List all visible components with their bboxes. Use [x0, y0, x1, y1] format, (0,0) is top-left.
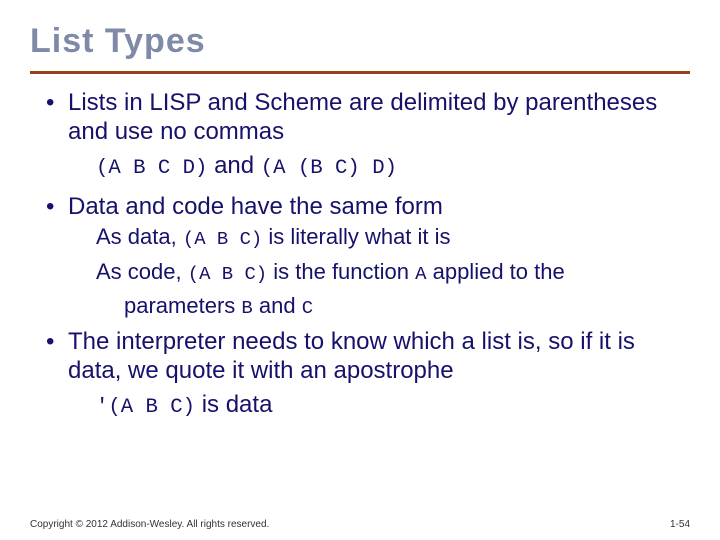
text: As data,	[96, 224, 183, 249]
code-literal: '(A B C)	[96, 396, 195, 419]
bullet-3-text: The interpreter needs to know which a li…	[68, 328, 635, 384]
bullet-2-text: Data and code have the same form	[68, 193, 443, 220]
bullet-1-text: Lists in LISP and Scheme are delimited b…	[68, 89, 657, 145]
bullet-3-example: '(A B C) is data	[96, 390, 684, 421]
page-number: 1-54	[670, 519, 690, 530]
text: is the function	[267, 259, 415, 284]
text: is literally what it is	[262, 224, 450, 249]
text: applied to the	[426, 259, 564, 284]
bullet-2: Data and code have the same form As data…	[44, 192, 684, 321]
text: As code,	[96, 259, 188, 284]
bullet-2-sub1: As data, (A B C) is literally what it is	[96, 223, 684, 252]
copyright-text: Copyright © 2012 Addison-Wesley. All rig…	[30, 519, 269, 530]
text: and	[253, 293, 302, 318]
bullet-2-sub3: parameters B and C	[124, 292, 684, 321]
bullet-1: Lists in LISP and Scheme are delimited b…	[44, 88, 684, 182]
code-literal: A	[415, 263, 426, 285]
bullet-3: The interpreter needs to know which a li…	[44, 327, 684, 421]
slide-content: Lists in LISP and Scheme are delimited b…	[30, 88, 690, 421]
code-literal: (A B C)	[183, 228, 262, 250]
text: parameters	[124, 293, 241, 318]
footer: Copyright © 2012 Addison-Wesley. All rig…	[30, 519, 690, 530]
text: is data	[195, 391, 272, 418]
bullet-1-example: (A B C D) and (A (B C) D)	[96, 151, 684, 182]
slide-title: List Types	[30, 22, 690, 61]
bullet-2-sub2: As code, (A B C) is the function A appli…	[96, 258, 684, 287]
code-literal: C	[302, 297, 313, 319]
code-literal: B	[241, 297, 252, 319]
title-rule	[30, 71, 690, 74]
code-literal: (A B C D)	[96, 157, 207, 180]
code-literal: (A (B C) D)	[261, 157, 397, 180]
code-literal: (A B C)	[188, 263, 267, 285]
text: and	[207, 152, 260, 179]
